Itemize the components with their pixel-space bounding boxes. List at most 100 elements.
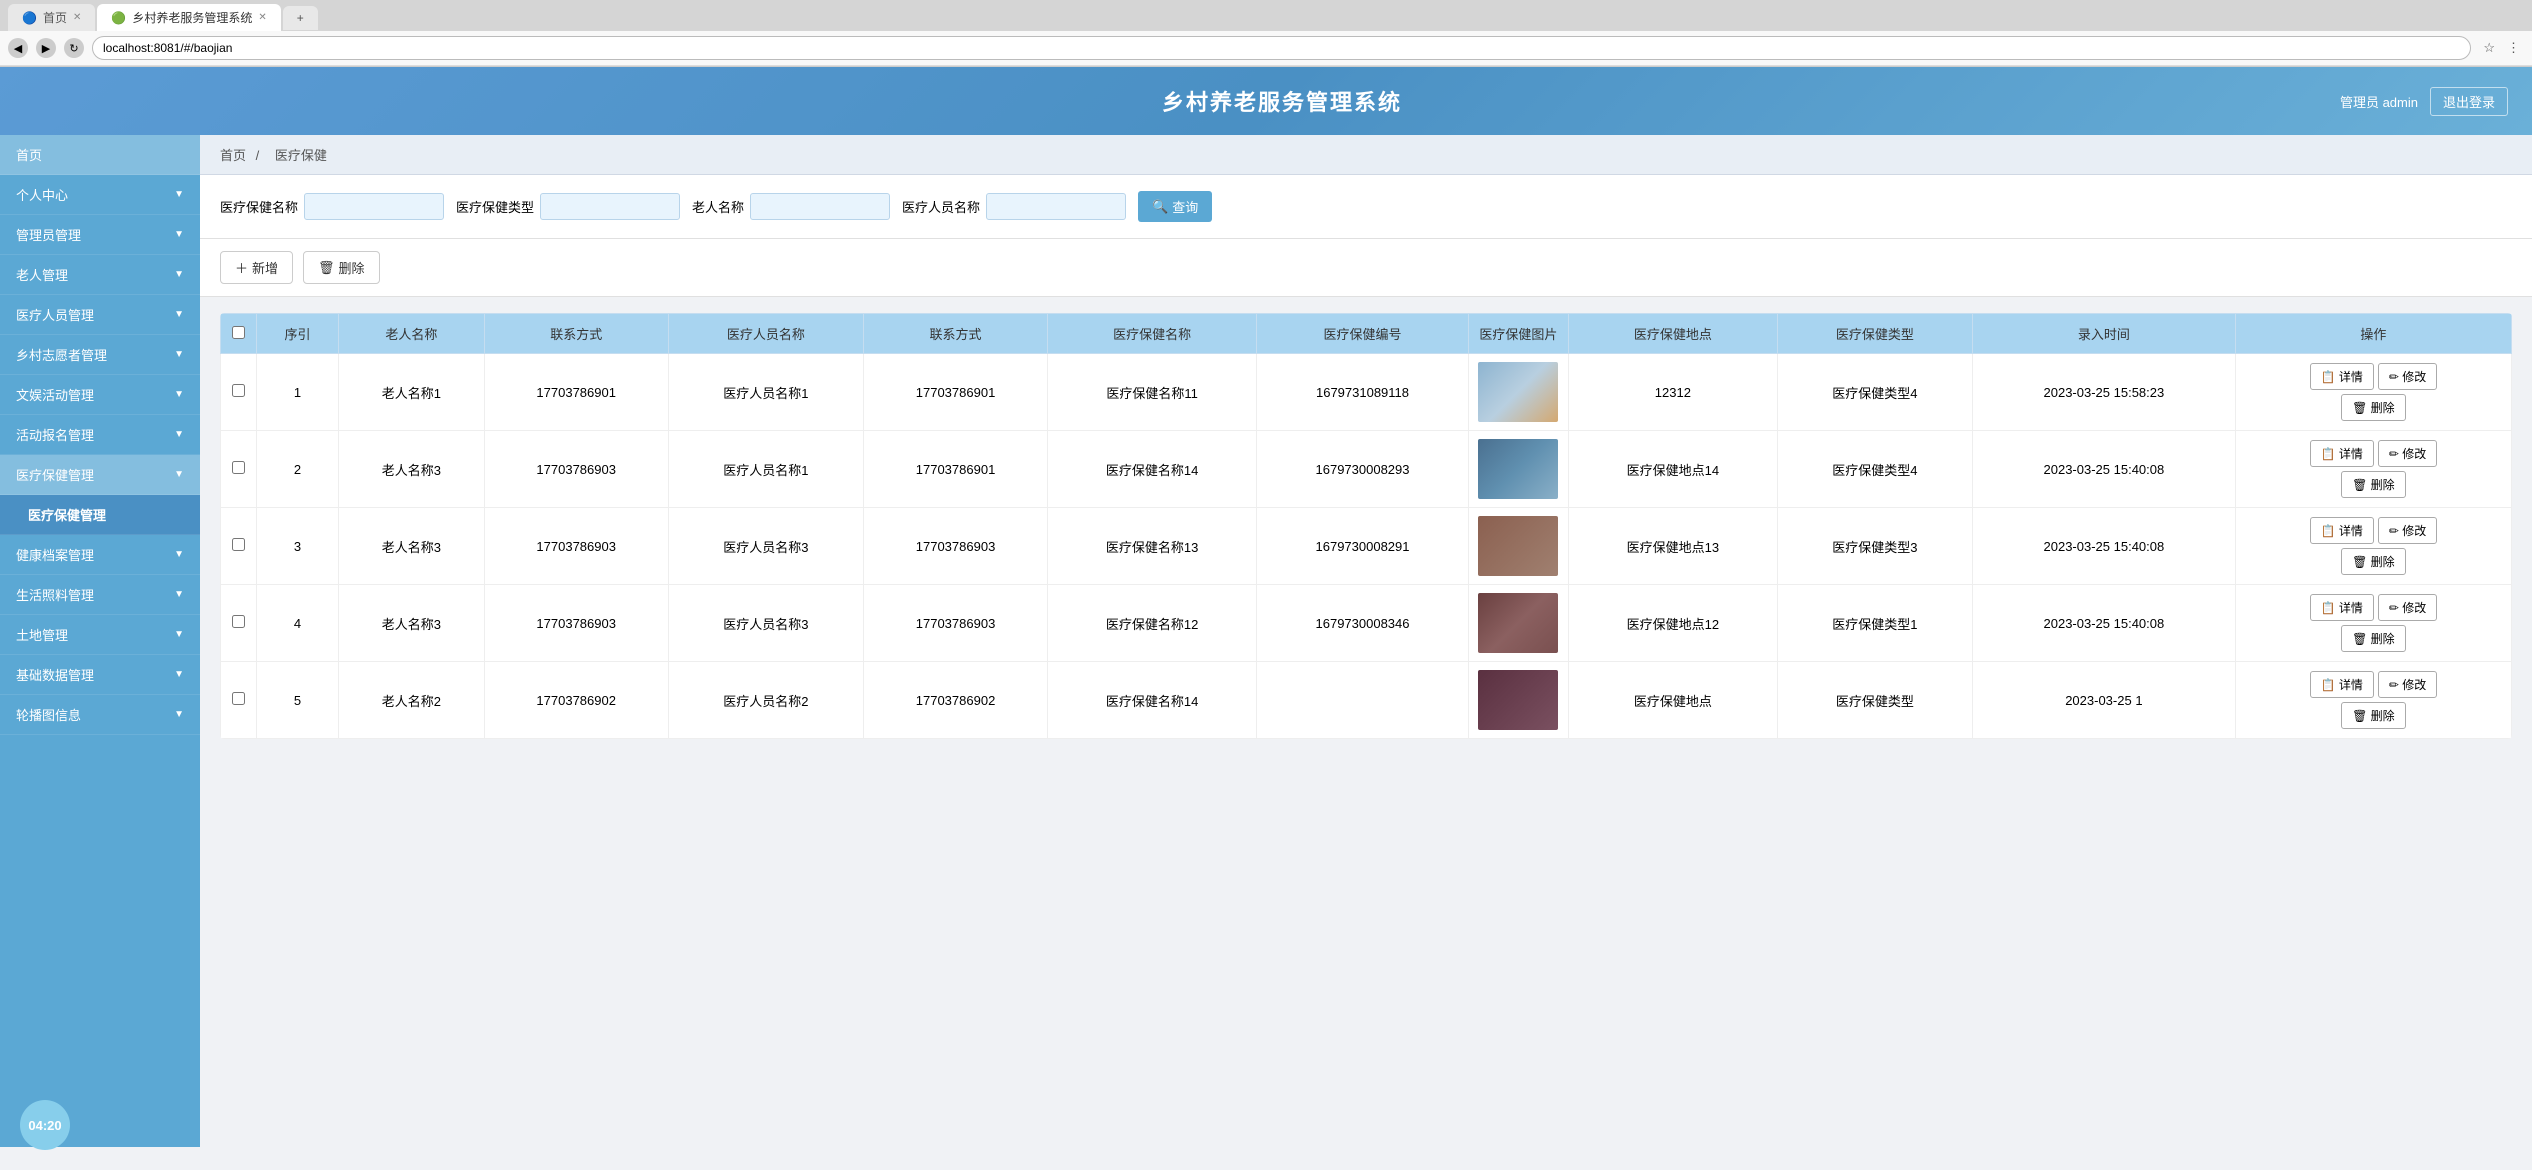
delete-button-3[interactable]: 🗑 删除	[2341, 625, 2406, 652]
row-actions-1: 📋 详情 ✏ 修改 🗑 删除	[2244, 440, 2503, 498]
sidebar-item-admin[interactable]: 管理员管理 ▼	[0, 215, 200, 255]
sidebar-item-care[interactable]: 生活照料管理 ▼	[0, 575, 200, 615]
search-field-1: 医疗保健名称	[220, 193, 444, 220]
sidebar-item-activity[interactable]: 活动报名管理 ▼	[0, 415, 200, 455]
cell-time-2: 2023-03-25 15:40:08	[1972, 508, 2235, 585]
sidebar-healthcare-mgr-label: 医疗保健管理	[16, 465, 94, 484]
tab-home-close[interactable]: ✕	[73, 12, 81, 23]
detail-button-4[interactable]: 📋 详情	[2310, 671, 2374, 698]
chevron-icon: ▼	[174, 349, 184, 360]
bookmark-icon[interactable]: ☆	[2479, 38, 2499, 58]
cell-img-0	[1468, 354, 1568, 431]
search-button[interactable]: 🔍 查询	[1138, 191, 1212, 222]
detail-button-0[interactable]: 📋 详情	[2310, 363, 2374, 390]
sidebar-item-land[interactable]: 土地管理 ▼	[0, 615, 200, 655]
delete-button-2[interactable]: 🗑 删除	[2341, 548, 2406, 575]
breadcrumb-home[interactable]: 首页	[220, 148, 246, 163]
cell-health-code-4	[1257, 662, 1469, 739]
cell-health-code-3: 1679730008346	[1257, 585, 1469, 662]
sidebar-health-records-label: 健康档案管理	[16, 545, 94, 564]
cell-img-4	[1468, 662, 1568, 739]
search-label-4: 医疗人员名称	[902, 197, 980, 216]
forward-button[interactable]: ▶	[36, 38, 56, 58]
logout-button[interactable]: 退出登录	[2430, 87, 2508, 116]
sidebar-item-health-records[interactable]: 健康档案管理 ▼	[0, 535, 200, 575]
cell-staff-contact-0: 17703786901	[863, 354, 1047, 431]
cell-type-1: 医疗保健类型4	[1777, 431, 1972, 508]
search-field-3: 老人名称	[692, 193, 890, 220]
browser-tabs: 🔵 首页 ✕ 🟢 乡村养老服务管理系统 ✕ +	[0, 0, 2532, 31]
edit-button-4[interactable]: ✏ 修改	[2378, 671, 2437, 698]
batch-delete-button[interactable]: 🗑 删除	[303, 251, 380, 284]
sidebar-item-volunteer[interactable]: 乡村志愿者管理 ▼	[0, 335, 200, 375]
edit-button-0[interactable]: ✏ 修改	[2378, 363, 2437, 390]
back-button[interactable]: ◀	[8, 38, 28, 58]
search-input-1[interactable]	[304, 193, 444, 220]
delete-button-1[interactable]: 🗑 删除	[2341, 471, 2406, 498]
browser-tab-new[interactable]: +	[283, 6, 318, 30]
table-row: 4 老人名称3 17703786903 医疗人员名称3 17703786903 …	[221, 585, 2512, 662]
sidebar-volunteer-label: 乡村志愿者管理	[16, 345, 107, 364]
settings-icon[interactable]: ⋮	[2503, 38, 2524, 58]
table-row: 3 老人名称3 17703786903 医疗人员名称3 17703786903 …	[221, 508, 2512, 585]
add-button[interactable]: ＋ 新增	[220, 251, 293, 284]
sidebar-item-personal[interactable]: 个人中心 ▼	[0, 175, 200, 215]
cell-elder-2: 老人名称3	[339, 508, 484, 585]
row-actions-4: 📋 详情 ✏ 修改 🗑 删除	[2244, 671, 2503, 729]
cell-health-name-2: 医疗保健名称13	[1048, 508, 1257, 585]
cell-type-4: 医疗保健类型	[1777, 662, 1972, 739]
row-checkbox-2[interactable]	[232, 538, 245, 551]
search-input-4[interactable]	[986, 193, 1126, 220]
search-input-2[interactable]	[540, 193, 680, 220]
edit-button-2[interactable]: ✏ 修改	[2378, 517, 2437, 544]
browser-address-bar: ◀ ▶ ↻ ☆ ⋮	[0, 31, 2532, 66]
sidebar-item-healthcare-mgr[interactable]: 医疗保健管理 ▼	[0, 455, 200, 495]
sidebar-item-carousel[interactable]: 轮播图信息 ▼	[0, 695, 200, 735]
app-title: 乡村养老服务管理系统	[224, 85, 2340, 117]
cell-contact-2: 17703786903	[484, 508, 668, 585]
row-checkbox-4[interactable]	[232, 692, 245, 705]
sidebar-item-basic-data[interactable]: 基础数据管理 ▼	[0, 655, 200, 695]
refresh-button[interactable]: ↻	[64, 38, 84, 58]
th-actions: 操作	[2235, 314, 2511, 354]
cell-img-3	[1468, 585, 1568, 662]
delete-button-0[interactable]: 🗑 删除	[2341, 394, 2406, 421]
sidebar-item-elder[interactable]: 老人管理 ▼	[0, 255, 200, 295]
select-all-checkbox[interactable]	[232, 326, 245, 339]
cell-time-1: 2023-03-25 15:40:08	[1972, 431, 2235, 508]
cell-health-code-1: 1679730008293	[1257, 431, 1469, 508]
sidebar-item-culture[interactable]: 文娱活动管理 ▼	[0, 375, 200, 415]
cell-time-4: 2023-03-25 1	[1972, 662, 2235, 739]
sidebar-item-healthcare[interactable]: 医疗保健管理	[0, 495, 200, 535]
health-image-0	[1478, 362, 1558, 422]
row-checkbox-3[interactable]	[232, 615, 245, 628]
row-checkbox-0[interactable]	[232, 384, 245, 397]
sidebar-item-medical-staff[interactable]: 医疗人员管理 ▼	[0, 295, 200, 335]
row-checkbox-1[interactable]	[232, 461, 245, 474]
sidebar-activity-label: 活动报名管理	[16, 425, 94, 444]
cell-staff-contact-1: 17703786901	[863, 431, 1047, 508]
cell-id-1: 2	[257, 431, 339, 508]
main-content: 首页 / 医疗保健 医疗保健名称 医疗保健类型 老人名称	[200, 135, 2532, 1147]
browser-tab-home[interactable]: 🔵 首页 ✕	[8, 4, 95, 31]
edit-button-3[interactable]: ✏ 修改	[2378, 594, 2437, 621]
tab-home-label: 首页	[43, 9, 67, 26]
detail-button-1[interactable]: 📋 详情	[2310, 440, 2374, 467]
edit-button-1[interactable]: ✏ 修改	[2378, 440, 2437, 467]
address-input[interactable]	[92, 36, 2471, 60]
delete-button-4[interactable]: 🗑 删除	[2341, 702, 2406, 729]
cell-actions-4: 📋 详情 ✏ 修改 🗑 删除	[2235, 662, 2511, 739]
tab-app-close[interactable]: ✕	[258, 12, 266, 23]
sidebar-item-home[interactable]: 首页	[0, 135, 200, 175]
delete-icon: 🗑	[318, 260, 335, 276]
search-icon: 🔍	[1152, 199, 1168, 215]
detail-button-2[interactable]: 📋 详情	[2310, 517, 2374, 544]
search-input-3[interactable]	[750, 193, 890, 220]
browser-tab-app[interactable]: 🟢 乡村养老服务管理系统 ✕	[97, 4, 280, 31]
delete-label: 删除	[339, 258, 365, 277]
th-staff-contact: 联系方式	[863, 314, 1047, 354]
cell-location-0: 12312	[1568, 354, 1777, 431]
search-bar: 医疗保健名称 医疗保健类型 老人名称 医疗人员名称 🔍 查询	[200, 175, 2532, 239]
cell-type-3: 医疗保健类型1	[1777, 585, 1972, 662]
detail-button-3[interactable]: 📋 详情	[2310, 594, 2374, 621]
